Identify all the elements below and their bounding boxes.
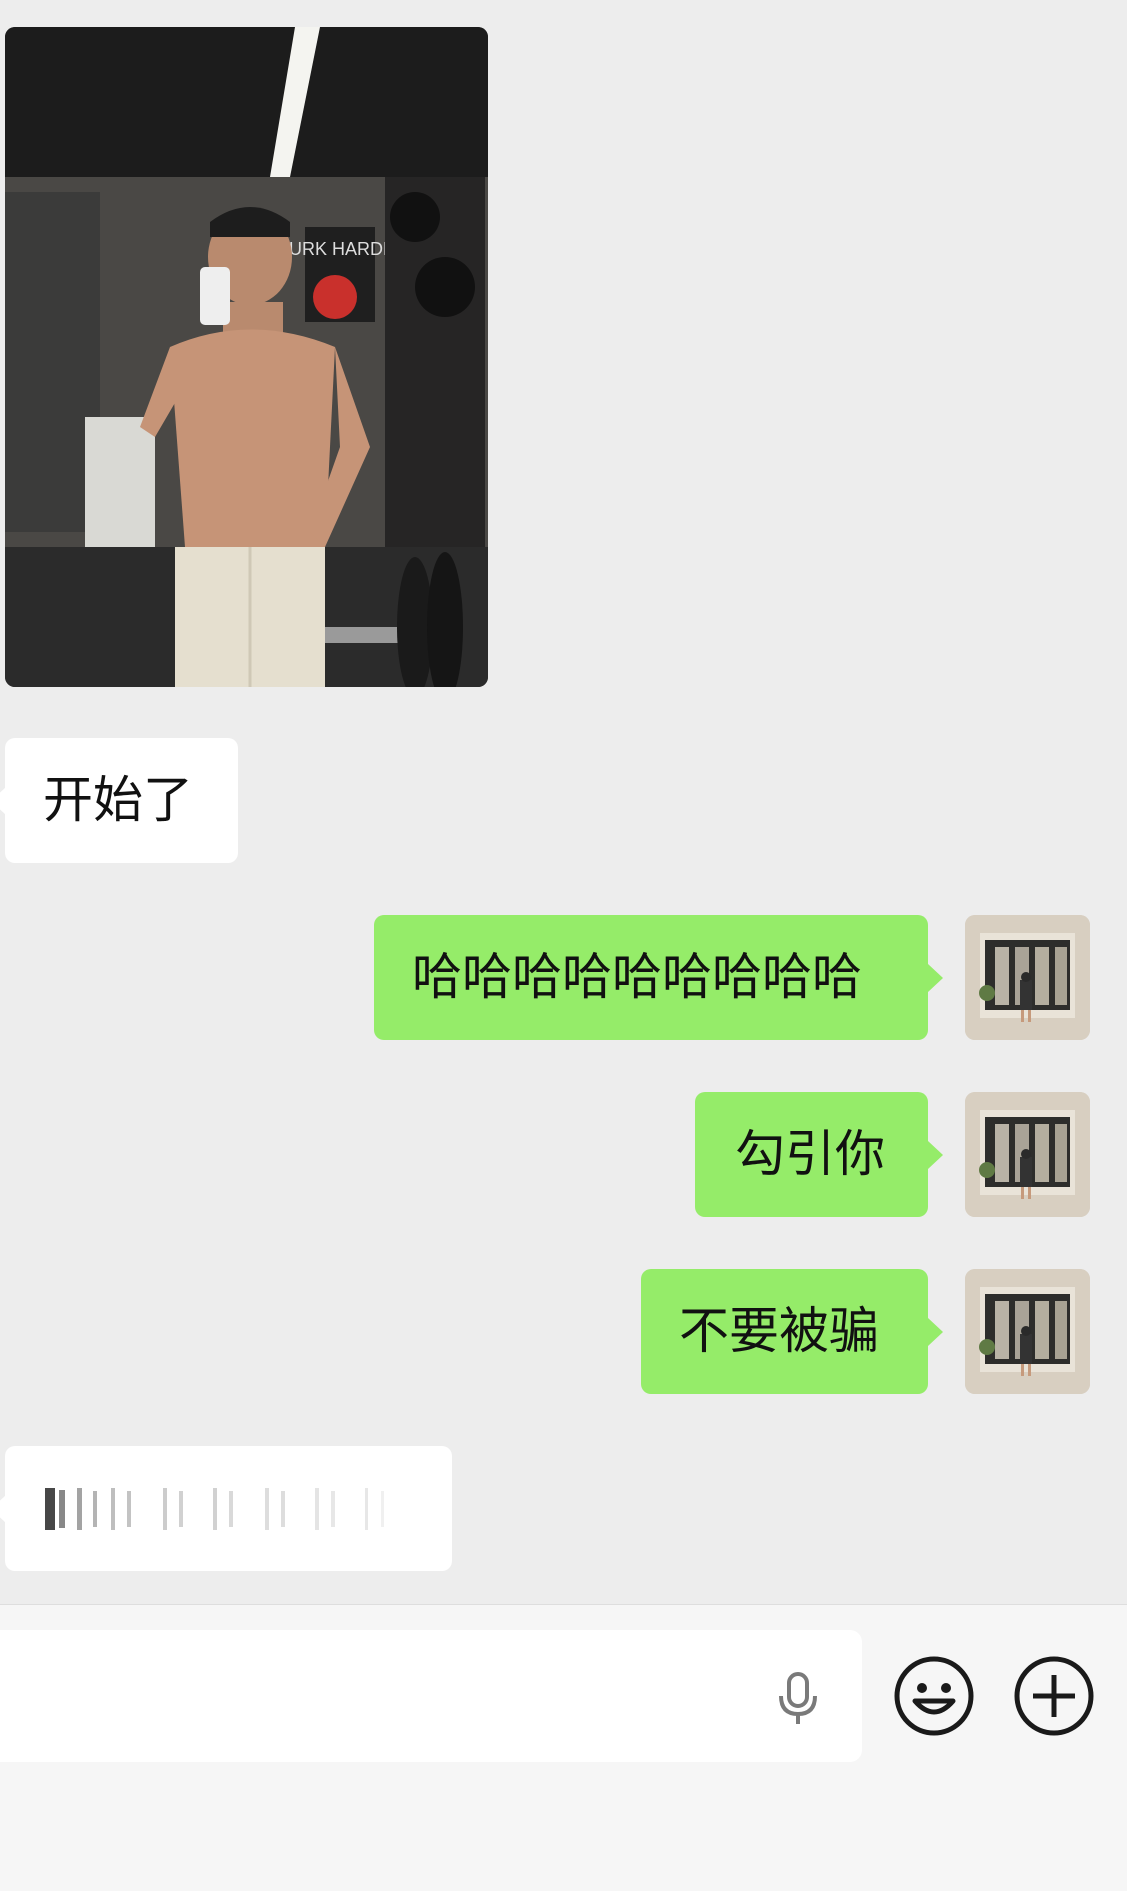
gym-selfie-image: WURK HARDER [5, 27, 488, 687]
outgoing-message-bubble[interactable]: 勾引你 [695, 1092, 943, 1217]
message-text: 开始了 [43, 771, 193, 829]
message-text: 勾引你 [735, 1125, 885, 1183]
emoji-icon[interactable] [893, 1655, 975, 1737]
outgoing-message-bubble[interactable]: 不要被骗 [641, 1269, 943, 1394]
audio-waveform-icon [45, 1488, 384, 1530]
microphone-icon[interactable] [770, 1670, 826, 1726]
voice-message-bubble[interactable] [0, 1446, 452, 1571]
message-text: 哈哈哈哈哈哈哈哈哈 [412, 948, 862, 1006]
outgoing-message-bubble[interactable]: 哈哈哈哈哈哈哈哈哈 [374, 915, 943, 1040]
input-toolbar [0, 1604, 1127, 1891]
message-input[interactable] [0, 1630, 862, 1762]
message-text: 不要被骗 [679, 1302, 879, 1360]
image-message[interactable]: WURK HARDER [5, 27, 488, 687]
chat-area[interactable]: WURK HARDER 开始了 哈哈哈哈哈哈哈哈哈 勾引你 不要被骗 [0, 0, 1127, 1604]
plus-icon[interactable] [1013, 1655, 1095, 1737]
avatar[interactable] [965, 1092, 1090, 1217]
avatar-image [965, 1092, 1090, 1217]
avatar[interactable] [965, 1269, 1090, 1394]
avatar[interactable] [965, 915, 1090, 1040]
avatar-image [965, 915, 1090, 1040]
incoming-message-bubble[interactable]: 开始了 [0, 738, 238, 863]
avatar-image [965, 1269, 1090, 1394]
